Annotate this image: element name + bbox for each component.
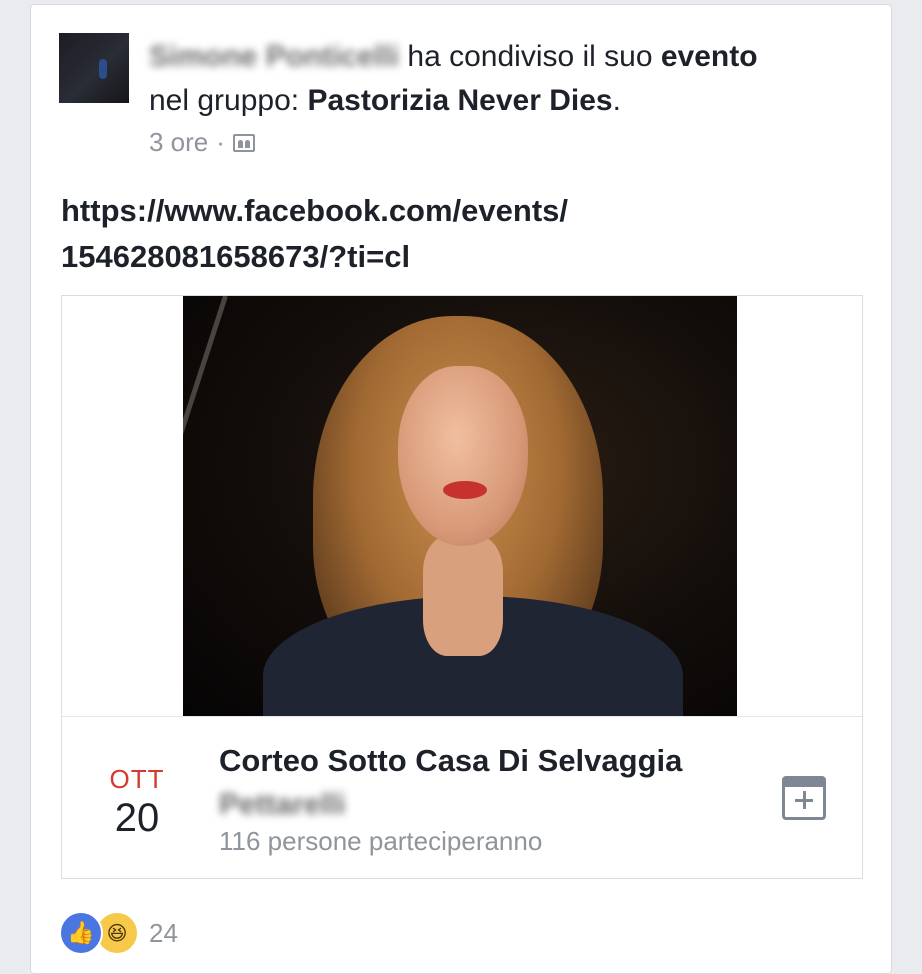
event-date-day: 20 xyxy=(114,796,160,840)
group-suffix: . xyxy=(612,84,621,117)
group-name[interactable]: Pastorizia Never Dies xyxy=(307,84,612,117)
link-line-1[interactable]: https://www.facebook.com/events/ xyxy=(61,193,568,228)
calendar-add-icon[interactable] xyxy=(782,776,826,820)
event-attendance: 116 persone parteciperanno xyxy=(219,826,543,856)
author-avatar[interactable] xyxy=(59,33,129,103)
reactions-bar[interactable]: 👍 😆 24 xyxy=(59,911,178,955)
like-icon: 👍 xyxy=(59,911,103,955)
post-link[interactable]: https://www.facebook.com/events/ 1546280… xyxy=(61,188,841,280)
post-card: Simone Ponticelli ha condiviso il suo ev… xyxy=(30,4,892,974)
group-prefix: nel gruppo: xyxy=(149,84,308,117)
event-cover-photo[interactable] xyxy=(183,296,737,716)
event-title-line-2[interactable]: Pettarelli xyxy=(219,788,346,822)
event-link-word[interactable]: evento xyxy=(661,40,758,73)
meta-separator: · xyxy=(216,127,225,157)
event-divider xyxy=(62,716,862,717)
group-icon xyxy=(232,133,255,152)
event-attachment[interactable]: OTT 20 Corteo Sotto Casa Di Selvaggia Pe… xyxy=(61,295,863,879)
event-date-month: OTT xyxy=(109,764,165,794)
post-meta: 3 ore · xyxy=(149,127,255,158)
action-text: ha condiviso il suo xyxy=(399,40,661,73)
link-line-2[interactable]: 154628081658673/?ti=cl xyxy=(61,239,410,274)
reaction-count[interactable]: 24 xyxy=(149,918,178,949)
post-time[interactable]: 3 ore xyxy=(149,127,208,158)
event-title[interactable]: Corteo Sotto Casa Di Selvaggia xyxy=(219,740,779,782)
author-name[interactable]: Simone Ponticelli xyxy=(149,35,399,79)
post-header: Simone Ponticelli ha condiviso il suo ev… xyxy=(149,35,869,123)
